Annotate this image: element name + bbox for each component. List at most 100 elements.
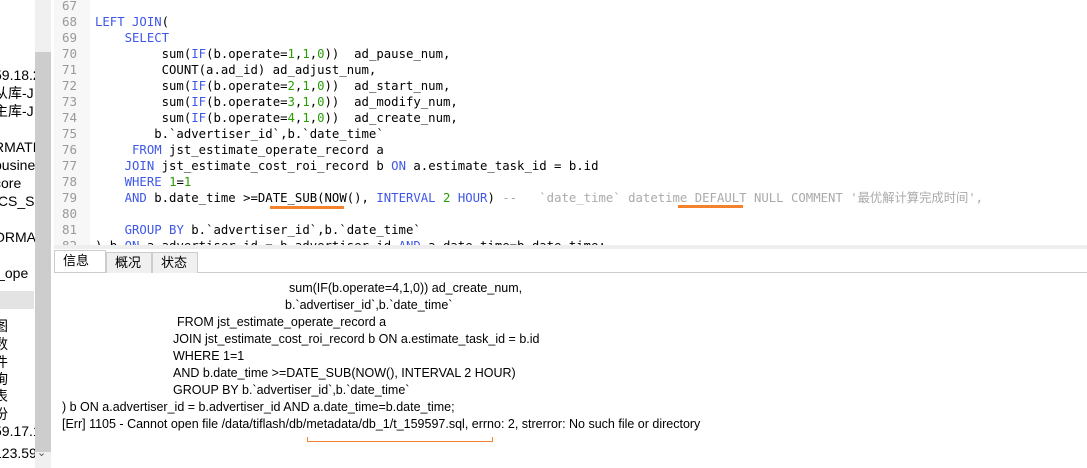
code-line: SELECT bbox=[95, 30, 169, 46]
code-token: sum( bbox=[95, 47, 192, 61]
scrollbar-thumb[interactable] bbox=[35, 52, 51, 452]
tree-item[interactable]: busine bbox=[0, 156, 35, 174]
line-number: 76 bbox=[62, 142, 78, 157]
code-line: FROM jst_estimate_operate_record a bbox=[95, 142, 384, 158]
code-token: , bbox=[309, 111, 318, 125]
tree-item[interactable]: 询 bbox=[0, 370, 8, 388]
code-token: , bbox=[309, 95, 318, 109]
code-token: )) ad_modify_num, bbox=[324, 95, 458, 109]
code-token: (b.operate= bbox=[206, 95, 288, 109]
code-line: sum(IF(b.operate=1,1,0)) ad_pause_num, bbox=[95, 46, 451, 62]
num-token: 0 bbox=[317, 79, 325, 93]
tree-item[interactable]: i_ope bbox=[0, 264, 28, 282]
tree-item[interactable]: 图 bbox=[0, 317, 8, 335]
tree-item[interactable]: 件 bbox=[0, 353, 8, 371]
code-token: a.estimate_task_id = b.id bbox=[405, 159, 599, 173]
message-line: JOIN jst_estimate_cost_roi_record b ON a… bbox=[173, 332, 540, 346]
kw-token: LEFT JOIN bbox=[95, 15, 162, 29]
message-line: GROUP BY b.`advertiser_id`,b.`date_time` bbox=[173, 383, 410, 397]
kw-token: IF bbox=[191, 79, 207, 93]
line-number: 81 bbox=[62, 222, 78, 237]
line-number: 68 bbox=[62, 14, 78, 29]
message-line: b.`advertiser_id`,b.`date_time` bbox=[285, 298, 453, 312]
message-line: WHERE 1=1 bbox=[173, 349, 245, 363]
tree-item[interactable]: RMATI bbox=[0, 138, 35, 156]
code-token: )) ad_start_num, bbox=[324, 79, 451, 93]
message-line: FROM jst_estimate_operate_record a bbox=[177, 315, 387, 329]
tree-item[interactable]: 主库-J bbox=[0, 102, 34, 120]
tree-item[interactable]: 从库-J bbox=[0, 84, 34, 102]
tree-item[interactable]: ICS_SC bbox=[0, 192, 35, 210]
kw-token: HOUR bbox=[457, 191, 488, 205]
tab-info[interactable]: 信息 bbox=[54, 250, 106, 272]
kw-token: FROM bbox=[132, 143, 162, 157]
tree-item[interactable]: 数 bbox=[0, 335, 8, 353]
code-token: sum( bbox=[95, 79, 192, 93]
code-line: WHERE 1=1 bbox=[95, 174, 192, 190]
line-number: 77 bbox=[62, 158, 78, 173]
line-number: 74 bbox=[62, 110, 78, 125]
code-line: COUNT(a.ad_id) ad_adjust_num, bbox=[95, 62, 377, 78]
result-tabs: 信息 概况 状态 bbox=[54, 250, 1087, 273]
code-line: GROUP BY b.`advertiser_id`,b.`date_time` bbox=[95, 222, 421, 238]
tree-item[interactable]: ORMAI bbox=[0, 228, 35, 246]
code-line: sum(IF(b.operate=3,1,0)) ad_modify_num, bbox=[95, 94, 458, 110]
code-line: sum(IF(b.operate=4,1,0)) ad_create_num, bbox=[95, 110, 458, 126]
code-token: )) ad_pause_num, bbox=[324, 47, 451, 61]
num-token: 1 bbox=[302, 95, 310, 109]
num-token: 1 bbox=[302, 79, 310, 93]
code-token: jst_estimate_operate_record a bbox=[161, 143, 384, 157]
code-token: COUNT(a.ad_id) ad_adjust_num, bbox=[95, 63, 377, 77]
sidebar-scrollbar[interactable]: ⌄ bbox=[35, 0, 51, 468]
line-number: 72 bbox=[62, 78, 78, 93]
kw-token: AND bbox=[124, 191, 147, 205]
editor-hscrollbar[interactable] bbox=[54, 245, 1087, 249]
num-token: 3 bbox=[287, 95, 295, 109]
message-panel: sum(IF(b.operate=4,1,0)) ad_create_num, b… bbox=[54, 274, 1087, 468]
code-token: ) bbox=[487, 191, 503, 205]
tree-item[interactable]: 表 bbox=[0, 387, 8, 405]
line-number: 78 bbox=[62, 174, 78, 189]
chevron-down-icon[interactable]: ⌄ bbox=[37, 446, 46, 459]
tree-item[interactable]: 59.17.1 bbox=[0, 422, 35, 440]
kw-token: IF bbox=[191, 111, 207, 125]
selected-row bbox=[0, 291, 34, 309]
kw-token: IF bbox=[191, 95, 207, 109]
num-token: 0 bbox=[317, 47, 325, 61]
code-line: sum(IF(b.operate=2,1,0)) ad_start_num, bbox=[95, 78, 451, 94]
tree-item[interactable]: core bbox=[0, 174, 21, 192]
sql-editor[interactable]: 67 68 LEFT JOIN(69 SELECT 70 sum(IF(b.opera… bbox=[54, 0, 1087, 248]
code-line: b.`advertiser_id`,b.`date_time` bbox=[95, 126, 384, 142]
code-line: AND b.date_time >=DATE_SUB(NOW(), INTERV… bbox=[95, 190, 983, 206]
kw-token: INTERVAL bbox=[376, 191, 436, 205]
tree-item[interactable]: 份 bbox=[0, 405, 8, 423]
tree-item[interactable]: 59.18.2 bbox=[0, 66, 35, 84]
tab-status[interactable]: 状态 bbox=[152, 252, 198, 273]
code-token: sum( bbox=[95, 95, 192, 109]
kw-token: JOIN bbox=[124, 159, 155, 173]
tree-item[interactable]: 123.59 bbox=[0, 444, 35, 462]
code-token: = bbox=[176, 175, 184, 189]
code-token: jst_estimate_cost_roi_record b bbox=[154, 159, 392, 173]
num-token: 2 bbox=[287, 79, 295, 93]
cm-token: -- `date_time` datetime DEFAULT NULL COM… bbox=[502, 191, 984, 205]
code-line: LEFT JOIN( bbox=[95, 14, 169, 30]
line-number: 75 bbox=[62, 126, 78, 141]
kw-token: SELECT bbox=[124, 31, 170, 45]
line-number: 70 bbox=[62, 46, 78, 61]
code-token: , bbox=[309, 79, 318, 93]
object-tree[interactable]: 59.18.2从库-J主库-J RMATIbusinecoreICS_SC ORMA… bbox=[0, 0, 35, 468]
code-line: JOIN jst_estimate_cost_roi_record b ON a… bbox=[95, 158, 599, 174]
tab-overview[interactable]: 概况 bbox=[106, 252, 152, 273]
code-token: (b.operate= bbox=[206, 111, 288, 125]
kw-token: IF bbox=[191, 47, 207, 61]
num-token: 1 bbox=[302, 111, 310, 125]
line-number: 67 bbox=[62, 0, 78, 13]
num-token: 4 bbox=[287, 111, 295, 125]
